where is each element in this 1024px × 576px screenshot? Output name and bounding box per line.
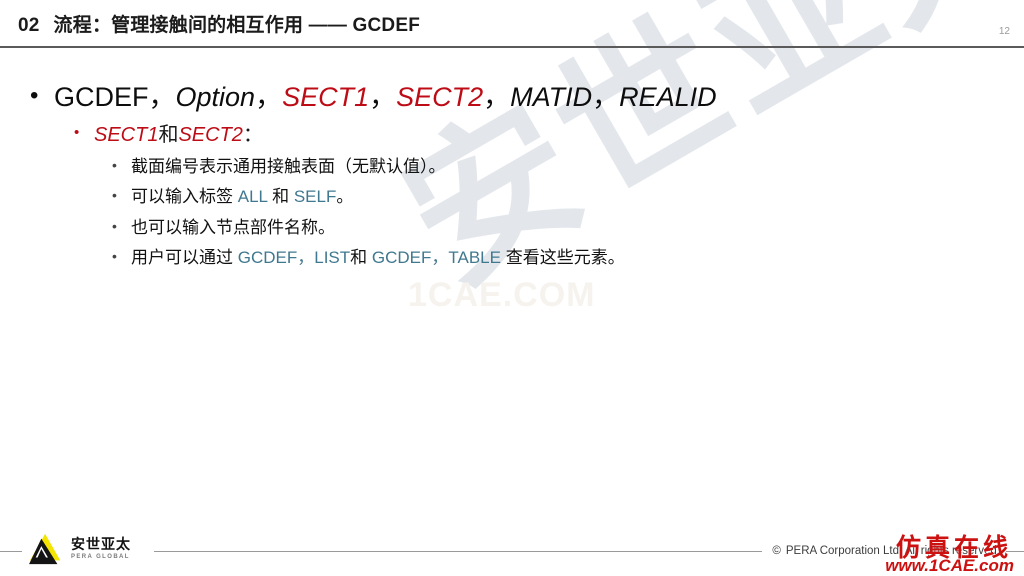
keyword-all: ALL — [237, 187, 268, 207]
watermark-brand-url: www.1CAE.com — [885, 556, 1014, 575]
section-number: 02 — [18, 15, 40, 36]
logo-english-name: PERA GLOBAL — [71, 554, 130, 560]
bullet-dot-icon: • — [74, 124, 80, 142]
text-listtable-suffix: 查看这些元素。 — [500, 248, 625, 268]
company-logo: 安世亚太 PERA GLOBAL — [22, 528, 154, 570]
keyword-gcdef-table: GCDEF，TABLE — [371, 248, 501, 268]
text-labels-period: 。 — [336, 187, 354, 207]
bullet-dot-icon: • — [30, 82, 39, 109]
text-labels-prefix: 可以输入标签 — [131, 187, 238, 207]
page-title: 02 流程：管理接触间的相互作用 —— GCDEF — [18, 10, 420, 37]
syntax-comma-4: ， — [483, 82, 511, 112]
page-number: 12 — [998, 26, 1010, 37]
keyword-self: SELF — [293, 187, 337, 207]
bullet-dot-icon: • — [112, 248, 117, 265]
syntax-comma-5: ， — [592, 82, 620, 112]
syntax-arg-realid: REALID — [619, 82, 717, 112]
header-divider — [0, 46, 1024, 48]
syntax-comma-3: ， — [369, 82, 397, 112]
slide-footer: 安世亚太 PERA GLOBAL © PERA Corporation Ltd. … — [0, 520, 1024, 576]
bullet-dot-icon: • — [112, 157, 117, 174]
bullet-level3-node-component: • 也可以输入节点部件名称。 — [112, 218, 1024, 238]
syntax-comma-2: ， — [255, 82, 283, 112]
bullet-level1-gcdef-syntax: • GCDEF，Option，SECT1，SECT2，MATID，REALID — [30, 82, 1024, 113]
logo-chinese-name: 安世亚太 — [71, 537, 131, 553]
label-sect1: SECT1 — [94, 124, 159, 147]
bullet-level3-labels: • 可以输入标签 ALL 和 SELF。 — [112, 187, 1024, 207]
bullet-level3-list-table: • 用户可以通过 GCDEF，LIST和 GCDEF，TABLE 查看这些元素。 — [112, 248, 1024, 268]
text-node-component-desc: 也可以输入节点部件名称。 — [131, 217, 335, 237]
syntax-comma-1: ， — [148, 82, 176, 112]
bullet-dot-icon: • — [112, 187, 117, 204]
text-listtable-conjunction: 和 — [350, 248, 372, 268]
pera-triangle-logo-icon — [29, 533, 61, 565]
text-listtable-prefix: 用户可以通过 — [131, 248, 238, 268]
syntax-command: GCDEF — [54, 82, 149, 112]
label-sect2: SECT2 — [178, 124, 243, 147]
syntax-arg-sect2: SECT2 — [396, 82, 484, 112]
text-section-number-desc: 截面编号表示通用接触表面（无默认值）。 — [131, 157, 446, 177]
section-title: 流程：管理接触间的相互作用 —— GCDEF — [53, 15, 421, 36]
syntax-arg-sect1: SECT1 — [282, 82, 370, 112]
slide-content: • GCDEF，Option，SECT1，SECT2，MATID，REALID •… — [0, 48, 1024, 269]
slide-header: 02 流程：管理接触间的相互作用 —— GCDEF 12 — [0, 0, 1024, 48]
bullet-level3-section-number: • 截面编号表示通用接触表面（无默认值）。 — [112, 157, 1024, 177]
text-labels-conjunction: 和 — [267, 187, 294, 207]
copyright-symbol-icon: © — [772, 545, 781, 557]
syntax-arg-option: Option — [175, 82, 256, 112]
bullet-level2-sect-pair: • SECT1和SECT2： — [74, 124, 1024, 147]
syntax-arg-matid: MATID — [510, 82, 593, 112]
watermark-1cae-faint: 1CAE.COM — [408, 276, 596, 314]
label-colon: ： — [242, 124, 263, 147]
keyword-gcdef-list: GCDEF，LIST — [237, 248, 351, 268]
slide-canvas: 安世亚太 1CAE.COM 02 流程：管理接触间的相互作用 —— GCDEF 1… — [0, 0, 1024, 576]
bullet-dot-icon: • — [112, 217, 117, 234]
logo-wordmark: 安世亚太 PERA GLOBAL — [71, 538, 131, 560]
label-conjunction: 和 — [158, 124, 179, 147]
